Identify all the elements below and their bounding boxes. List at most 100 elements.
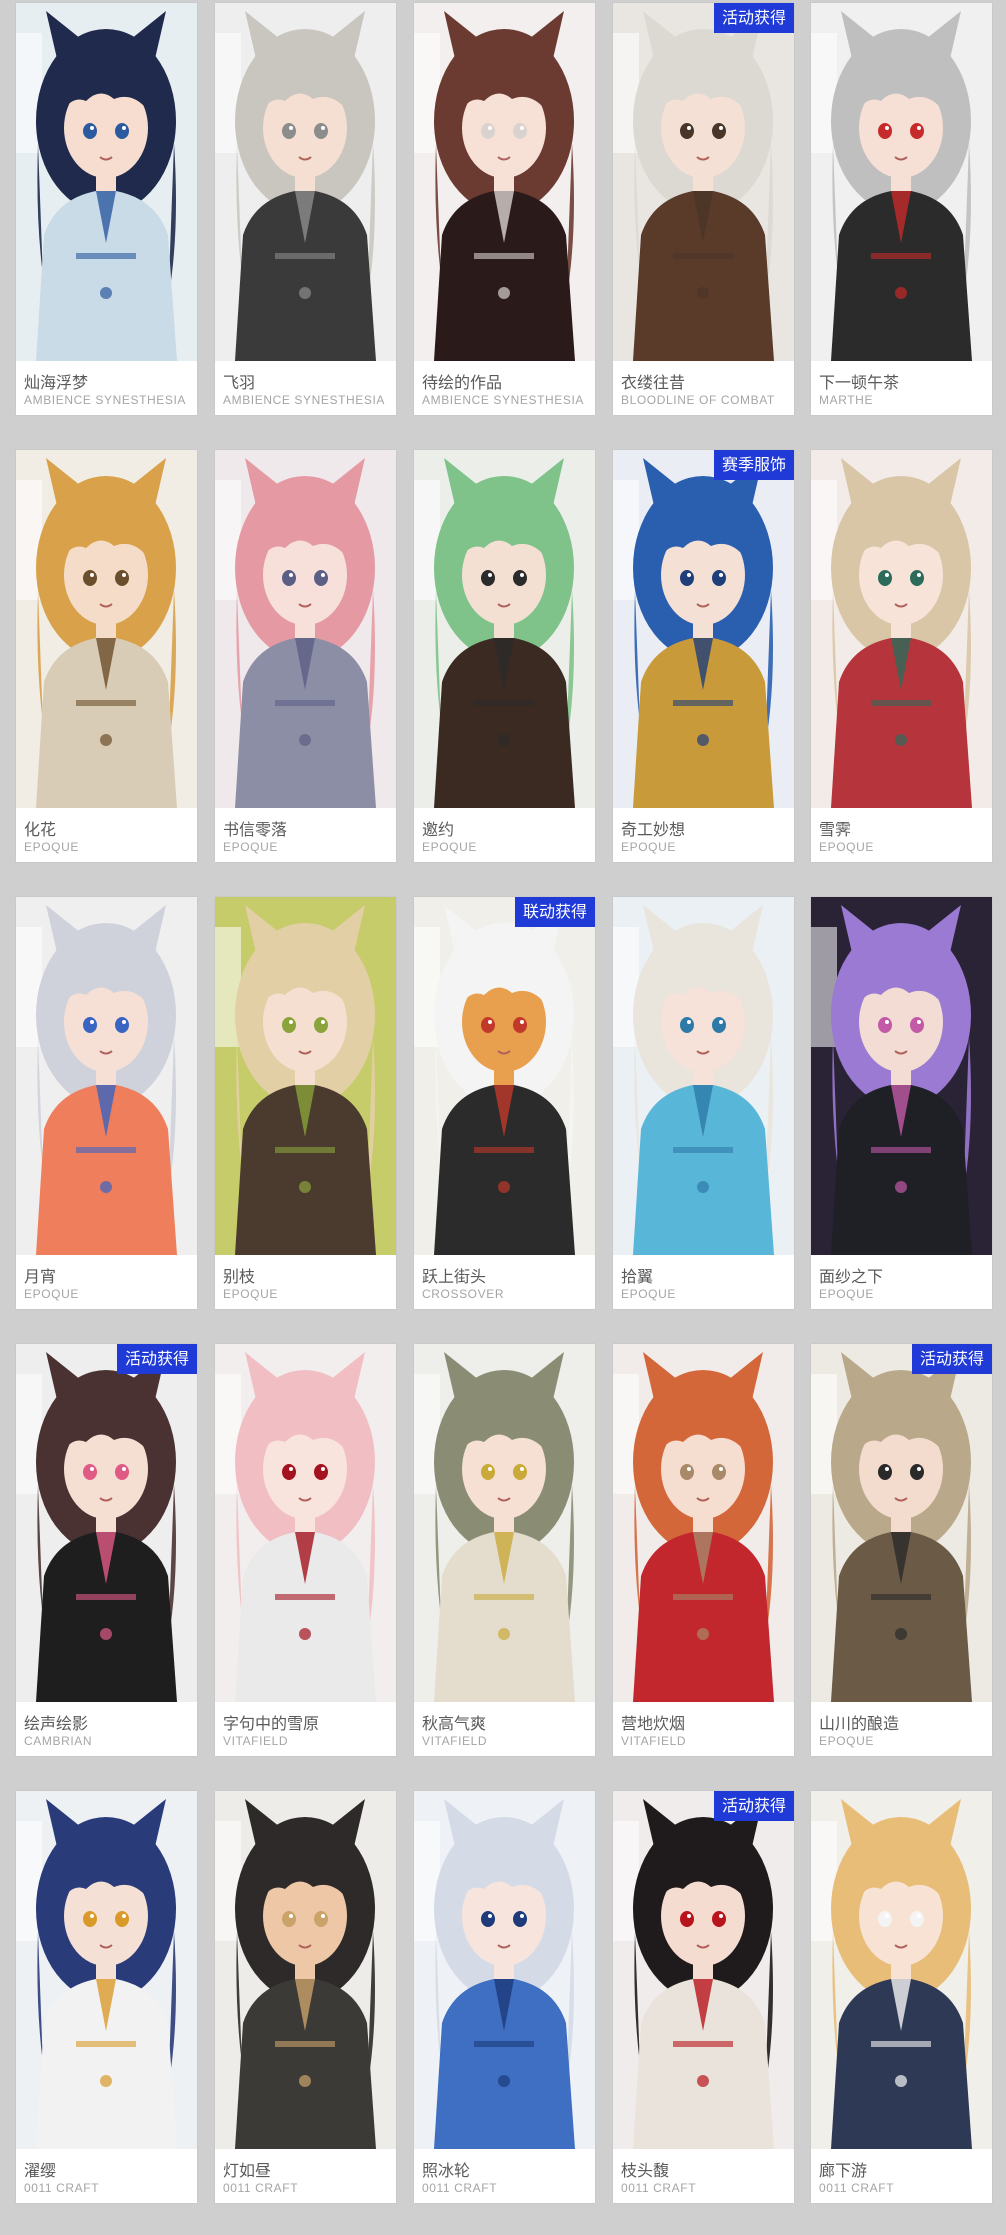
outfit-caption: 别枝 EPOQUE — [215, 1255, 396, 1309]
outfit-series: EPOQUE — [24, 1287, 79, 1301]
outfit-series: EPOQUE — [621, 840, 676, 854]
outfit-caption: 拾翼 EPOQUE — [613, 1255, 794, 1309]
outfit-artwork — [215, 3, 396, 361]
character-portrait — [613, 450, 794, 808]
acquisition-badge: 活动获得 — [713, 1791, 794, 1821]
outfit-card[interactable]: 赛季服饰 奇工妙想 EPOQUE — [613, 450, 794, 862]
outfit-card[interactable]: 书信零落 EPOQUE — [215, 450, 396, 862]
outfit-artwork — [215, 1791, 396, 2149]
outfit-caption: 照冰轮 0011 CRAFT — [414, 2149, 595, 2203]
outfit-caption: 下一顿午茶 MARTHE — [811, 361, 992, 415]
outfit-card[interactable]: 邀约 EPOQUE — [414, 450, 595, 862]
outfit-name: 待绘的作品 — [422, 373, 503, 392]
outfit-series: EPOQUE — [819, 1734, 874, 1748]
outfit-artwork — [613, 3, 794, 361]
outfit-card[interactable]: 秋高气爽 VITAFIELD — [414, 1344, 595, 1756]
outfit-series: AMBIENCE SYNESTHESIA — [422, 393, 585, 407]
outfit-series: 0011 CRAFT — [621, 2181, 697, 2195]
outfit-caption: 书信零落 EPOQUE — [215, 808, 396, 862]
outfit-caption: 绘声绘影 CAMBRIAN — [16, 1702, 197, 1756]
outfit-card[interactable]: 灿海浮梦 AMBIENCE SYNESTHESIA — [16, 3, 197, 415]
outfit-series: MARTHE — [819, 393, 874, 407]
character-portrait — [215, 1344, 396, 1702]
acquisition-badge: 活动获得 — [713, 3, 794, 33]
outfit-name: 别枝 — [223, 1267, 256, 1286]
outfit-artwork — [414, 1791, 595, 2149]
character-portrait — [215, 450, 396, 808]
acquisition-badge: 活动获得 — [116, 1344, 197, 1374]
outfit-series: AMBIENCE SYNESTHESIA — [223, 393, 386, 407]
character-portrait — [414, 1344, 595, 1702]
character-portrait — [16, 1344, 197, 1702]
outfit-artwork — [215, 1344, 396, 1702]
outfit-card[interactable]: 廊下游 0011 CRAFT — [811, 1791, 992, 2203]
outfit-name: 跃上街头 — [422, 1267, 487, 1286]
outfit-caption: 枝头馥 0011 CRAFT — [613, 2149, 794, 2203]
outfit-name: 营地炊烟 — [621, 1714, 686, 1733]
outfit-artwork — [16, 450, 197, 808]
outfit-artwork — [414, 3, 595, 361]
outfit-caption: 待绘的作品 AMBIENCE SYNESTHESIA — [414, 361, 595, 415]
outfit-caption: 濯缨 0011 CRAFT — [16, 2149, 197, 2203]
outfit-caption: 山川的酿造 EPOQUE — [811, 1702, 992, 1756]
outfit-series: EPOQUE — [621, 1287, 676, 1301]
outfit-card[interactable]: 灯如昼 0011 CRAFT — [215, 1791, 396, 2203]
outfit-card[interactable]: 活动获得枝头馥 0011 CRAFT — [613, 1791, 794, 2203]
acquisition-badge: 联动获得 — [514, 897, 595, 927]
outfit-card[interactable]: 活动获得 衣缕往昔 BLOODLINE OF COMBAT — [613, 3, 794, 415]
outfit-name: 秋高气爽 — [422, 1714, 487, 1733]
outfit-name: 灿海浮梦 — [24, 373, 89, 392]
outfit-card[interactable]: 营地炊烟 VITAFIELD — [613, 1344, 794, 1756]
outfit-series: EPOQUE — [24, 840, 79, 854]
outfit-series: 0011 CRAFT — [223, 2181, 299, 2195]
outfit-card[interactable]: 照冰轮 0011 CRAFT — [414, 1791, 595, 2203]
outfit-caption: 跃上街头 CROSSOVER — [414, 1255, 595, 1309]
outfit-caption: 营地炊烟 VITAFIELD — [613, 1702, 794, 1756]
character-portrait — [215, 3, 396, 361]
outfit-name: 照冰轮 — [422, 2161, 471, 2180]
outfit-series: VITAFIELD — [422, 1734, 488, 1748]
outfit-artwork — [613, 1344, 794, 1702]
outfit-artwork — [16, 1344, 197, 1702]
character-portrait — [215, 897, 396, 1255]
outfit-name: 化花 — [24, 820, 57, 839]
acquisition-badge: 活动获得 — [911, 1344, 992, 1374]
character-portrait — [414, 897, 595, 1255]
outfit-series: 0011 CRAFT — [24, 2181, 100, 2195]
outfit-card[interactable]: 活动获得山川的酿造 EPOQUE — [811, 1344, 992, 1756]
character-portrait — [414, 3, 595, 361]
outfit-artwork — [811, 1344, 992, 1702]
character-portrait — [811, 897, 992, 1255]
outfit-series: EPOQUE — [819, 840, 874, 854]
outfit-series: 0011 CRAFT — [422, 2181, 498, 2195]
outfit-artwork — [811, 897, 992, 1255]
outfit-card[interactable]: 月宵 EPOQUE — [16, 897, 197, 1309]
outfit-card[interactable]: 待绘的作品 AMBIENCE SYNESTHESIA — [414, 3, 595, 415]
outfit-artwork — [215, 450, 396, 808]
outfit-card[interactable]: 字句中的雪原 VITAFIELD — [215, 1344, 396, 1756]
outfit-card[interactable]: 联动获得跃上街头 CROSSOVER — [414, 897, 595, 1309]
outfit-artwork — [16, 897, 197, 1255]
character-portrait — [613, 897, 794, 1255]
outfit-card[interactable]: 活动获得绘声绘影 CAMBRIAN — [16, 1344, 197, 1756]
outfit-name: 邀约 — [422, 820, 455, 839]
outfit-card[interactable]: 拾翼 EPOQUE — [613, 897, 794, 1309]
outfit-name: 字句中的雪原 — [223, 1714, 320, 1733]
outfit-series: AMBIENCE SYNESTHESIA — [24, 393, 187, 407]
outfit-caption: 灿海浮梦 AMBIENCE SYNESTHESIA — [16, 361, 197, 415]
outfit-card[interactable]: 飞羽 AMBIENCE SYNESTHESIA — [215, 3, 396, 415]
outfit-card[interactable]: 雪霁 EPOQUE — [811, 450, 992, 862]
outfit-card[interactable]: 濯缨 0011 CRAFT — [16, 1791, 197, 2203]
outfit-card[interactable]: 面纱之下 EPOQUE — [811, 897, 992, 1309]
character-portrait — [613, 3, 794, 361]
character-portrait — [414, 1791, 595, 2149]
character-portrait — [16, 1791, 197, 2149]
outfit-name: 枝头馥 — [621, 2161, 670, 2180]
outfit-caption: 秋高气爽 VITAFIELD — [414, 1702, 595, 1756]
outfit-card[interactable]: 下一顿午茶 MARTHE — [811, 3, 992, 415]
character-portrait — [16, 897, 197, 1255]
character-portrait — [16, 3, 197, 361]
outfit-card[interactable]: 化花 EPOQUE — [16, 450, 197, 862]
outfit-name: 绘声绘影 — [24, 1714, 89, 1733]
outfit-card[interactable]: 别枝 EPOQUE — [215, 897, 396, 1309]
